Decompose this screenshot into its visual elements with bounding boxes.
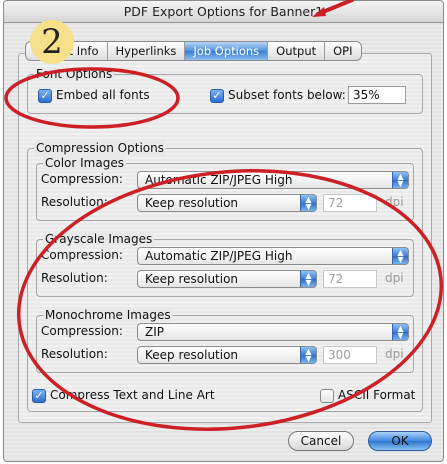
popup-arrows-icon: ▲ ▼ [392,172,408,188]
popup-arrows-icon: ▲ ▼ [300,347,316,363]
monochrome-resolution-value: Keep resolution [145,348,239,362]
monochrome-compression-label: Compression: [41,324,123,338]
compress-text-checkbox[interactable]: ✓ [32,389,46,403]
embed-all-fonts-label: Embed all fonts [56,88,150,102]
grayscale-images-group: Grayscale Images Compression: Automatic … [36,232,414,297]
window-title: PDF Export Options for Banner1 [4,1,443,23]
step-number-badge: 2 [30,20,74,64]
grayscale-resolution-popup[interactable]: Keep resolution ▲ ▼ [137,270,317,288]
monochrome-compression-popup[interactable]: ZIP ▲ ▼ [137,323,409,341]
compression-options-title: Compression Options [34,141,166,155]
subset-fonts-label: Subset fonts below: [228,88,346,102]
color-resolution-value: Keep resolution [145,196,239,210]
compress-text-label: Compress Text and Line Art [50,388,215,402]
grayscale-dpi-field[interactable]: 72 [323,270,377,288]
tab-output[interactable]: Output [268,42,326,60]
subset-threshold-field[interactable]: 35% [348,86,406,104]
compression-options-group: Compression Options Color Images Compres… [27,141,423,412]
color-images-group: Color Images Compression: Automatic ZIP/… [36,156,414,221]
grayscale-compression-value: Automatic ZIP/JPEG High [145,249,293,263]
color-resolution-popup[interactable]: Keep resolution ▲ ▼ [137,194,317,212]
tab-hyperlinks[interactable]: Hyperlinks [108,42,186,60]
font-options-title: Font Options [34,67,115,81]
monochrome-images-title: Monochrome Images [43,308,173,322]
subset-fonts-checkbox[interactable]: ✓ [210,89,224,103]
ok-button[interactable]: OK [368,431,432,451]
pdf-export-options-dialog: PDF Export Options for Banner1 Font Opti… [3,0,444,462]
ascii-format-checkbox[interactable]: ✓ [320,389,334,403]
color-resolution-label: Resolution: [41,195,108,209]
grayscale-compression-popup[interactable]: Automatic ZIP/JPEG High ▲ ▼ [137,247,409,265]
ascii-format-label: ASCII Format [338,388,416,402]
color-compression-popup[interactable]: Automatic ZIP/JPEG High ▲ ▼ [137,171,409,189]
popup-arrows-icon: ▲ ▼ [392,324,408,340]
tab-opi[interactable]: OPI [325,42,360,60]
grayscale-resolution-value: Keep resolution [145,272,239,286]
tab-bar: Layout Info Hyperlinks Job Options Outpu… [25,41,362,61]
font-options-group: Font Options ✓ Embed all fonts ✓ Subset … [27,67,423,114]
popup-arrows-icon: ▲ ▼ [392,248,408,264]
tab-job-options[interactable]: Job Options [185,42,269,60]
job-options-panel: Font Options ✓ Embed all fonts ✓ Subset … [18,53,432,423]
color-compression-label: Compression: [41,172,123,186]
monochrome-dpi-field[interactable]: 300 [323,346,377,364]
popup-arrows-icon: ▲ ▼ [300,195,316,211]
monochrome-resolution-popup[interactable]: Keep resolution ▲ ▼ [137,346,317,364]
monochrome-dpi-unit: dpi [385,347,404,361]
monochrome-compression-value: ZIP [145,325,164,339]
color-dpi-unit: dpi [385,195,404,209]
grayscale-dpi-unit: dpi [385,271,404,285]
color-images-title: Color Images [43,156,126,170]
embed-all-fonts-checkbox[interactable]: ✓ [38,89,52,103]
color-dpi-field[interactable]: 72 [323,194,377,212]
grayscale-compression-label: Compression: [41,248,123,262]
cancel-button[interactable]: Cancel [288,431,354,451]
grayscale-images-title: Grayscale Images [43,232,155,246]
color-compression-value: Automatic ZIP/JPEG High [145,173,293,187]
grayscale-resolution-label: Resolution: [41,271,108,285]
monochrome-images-group: Monochrome Images Compression: ZIP ▲ ▼ Re… [36,308,414,373]
popup-arrows-icon: ▲ ▼ [300,271,316,287]
monochrome-resolution-label: Resolution: [41,347,108,361]
